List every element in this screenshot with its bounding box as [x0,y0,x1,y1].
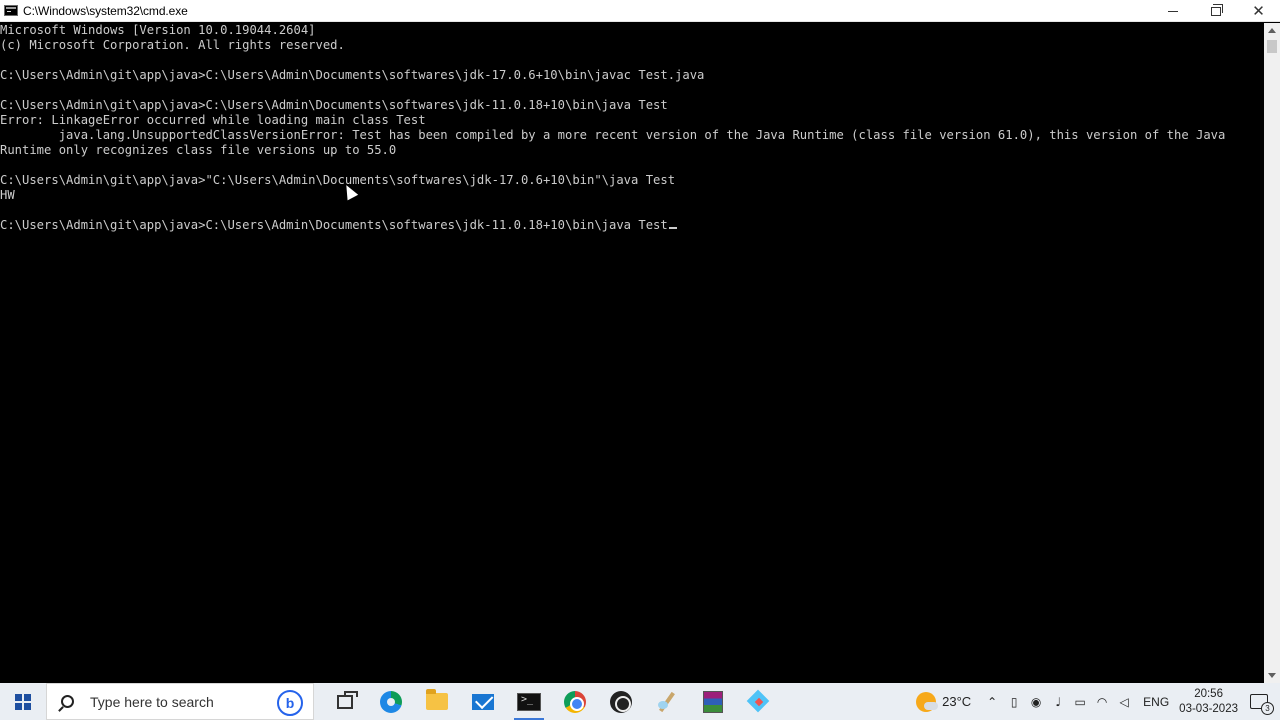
cmd-icon [517,692,541,711]
bing-icon[interactable]: b [277,690,303,716]
taskbar-apps [322,683,782,720]
clock-time: 20:56 [1194,687,1223,700]
paint-icon [656,691,678,713]
taskbar-search[interactable]: Type here to search b [46,683,314,720]
notification-icon[interactable]: 3 [1250,694,1274,715]
console-line: C:\Users\Admin\git\app\java>"C:\Users\Ad… [0,173,676,187]
console-line: (c) Microsoft Corporation. All rights re… [0,38,345,52]
text-cursor [668,227,677,229]
minimize-button[interactable] [1151,0,1194,22]
console-line: Microsoft Windows [Version 10.0.19044.26… [0,23,316,37]
clock-date: 03-03-2023 [1179,702,1238,715]
taskbar-obs[interactable] [598,683,644,720]
battery-icon[interactable]: ▭ [1069,695,1091,709]
taskbar-task-view[interactable] [322,683,368,720]
console-line: C:\Users\Admin\git\app\java>C:\Users\Adm… [0,68,705,82]
restore-icon [1210,3,1223,16]
folder-icon [426,689,448,710]
console-line: HW [0,188,15,202]
taskbar-mail[interactable] [460,683,506,720]
security-icon[interactable]: ◉ [1025,695,1047,709]
temperature: 23°C [942,694,972,709]
close-button[interactable]: ✕ [1237,0,1280,22]
taskbar-edge[interactable] [368,683,414,720]
winrar-icon [703,690,723,713]
scroll-thumb[interactable] [1267,40,1277,53]
volume-icon[interactable]: ◁ [1113,695,1135,709]
taskbar-command-prompt[interactable] [506,683,552,720]
wifi-icon[interactable]: ◠ [1091,695,1113,709]
chrome-icon [564,690,586,713]
weather-icon [916,691,939,712]
obs-icon [610,690,632,713]
taskbar: Type here to search b 23°C ⌃ ▯ ◉ ♩ ▭ ◠ ◁… [0,683,1280,720]
system-tray: 23°C ⌃ ▯ ◉ ♩ ▭ ◠ ◁ ENG 20:56 03-03-2023 … [916,683,1280,720]
scroll-up-icon[interactable] [1268,28,1276,33]
console-line: C:\Users\Admin\git\app\java>C:\Users\Adm… [0,98,668,112]
windows-logo-icon [15,693,31,710]
console-line: java.lang.UnsupportedClassVersionError: … [0,128,1226,142]
language-indicator[interactable]: ENG [1143,695,1169,709]
edge-icon [380,690,402,713]
console-output[interactable]: Microsoft Windows [Version 10.0.19044.26… [0,23,1264,683]
scroll-down-icon[interactable] [1268,673,1276,678]
window-controls: ✕ [1151,0,1280,22]
search-placeholder: Type here to search [90,693,214,710]
restore-button[interactable] [1194,0,1237,22]
console-line: Error: LinkageError occurred while loadi… [0,113,426,127]
chevron-up-icon[interactable]: ⌃ [981,695,1003,709]
mail-icon [472,693,494,710]
console-prompt-line[interactable]: C:\Users\Admin\git\app\java>C:\Users\Adm… [0,218,677,233]
taskbar-paint[interactable] [644,683,690,720]
taskbar-winrar[interactable] [690,683,736,720]
minimize-icon [1167,10,1178,12]
app-icon [748,691,770,713]
notification-count: 3 [1261,702,1274,715]
taskbar-app[interactable] [736,683,782,720]
weather-widget[interactable]: 23°C [916,691,972,712]
start-button[interactable] [0,683,46,720]
task-view-icon [337,690,358,709]
clock[interactable]: 20:56 03-03-2023 [1179,687,1238,717]
close-icon: ✕ [1252,2,1265,20]
title-bar[interactable]: C:\Windows\system32\cmd.exe ✕ [0,0,1280,22]
taskbar-chrome[interactable] [552,683,598,720]
microphone-icon[interactable]: ♩ [1047,695,1069,709]
console-line: Runtime only recognizes class file versi… [0,143,397,157]
console-current-input: C:\Users\Admin\git\app\java>C:\Users\Adm… [0,218,668,232]
search-icon [61,695,74,708]
window-title: C:\Windows\system32\cmd.exe [23,3,188,18]
vertical-scrollbar[interactable] [1264,23,1280,683]
cmd-app-icon[interactable] [4,5,18,16]
tablet-icon[interactable]: ▯ [1003,695,1025,709]
taskbar-file-explorer[interactable] [414,683,460,720]
